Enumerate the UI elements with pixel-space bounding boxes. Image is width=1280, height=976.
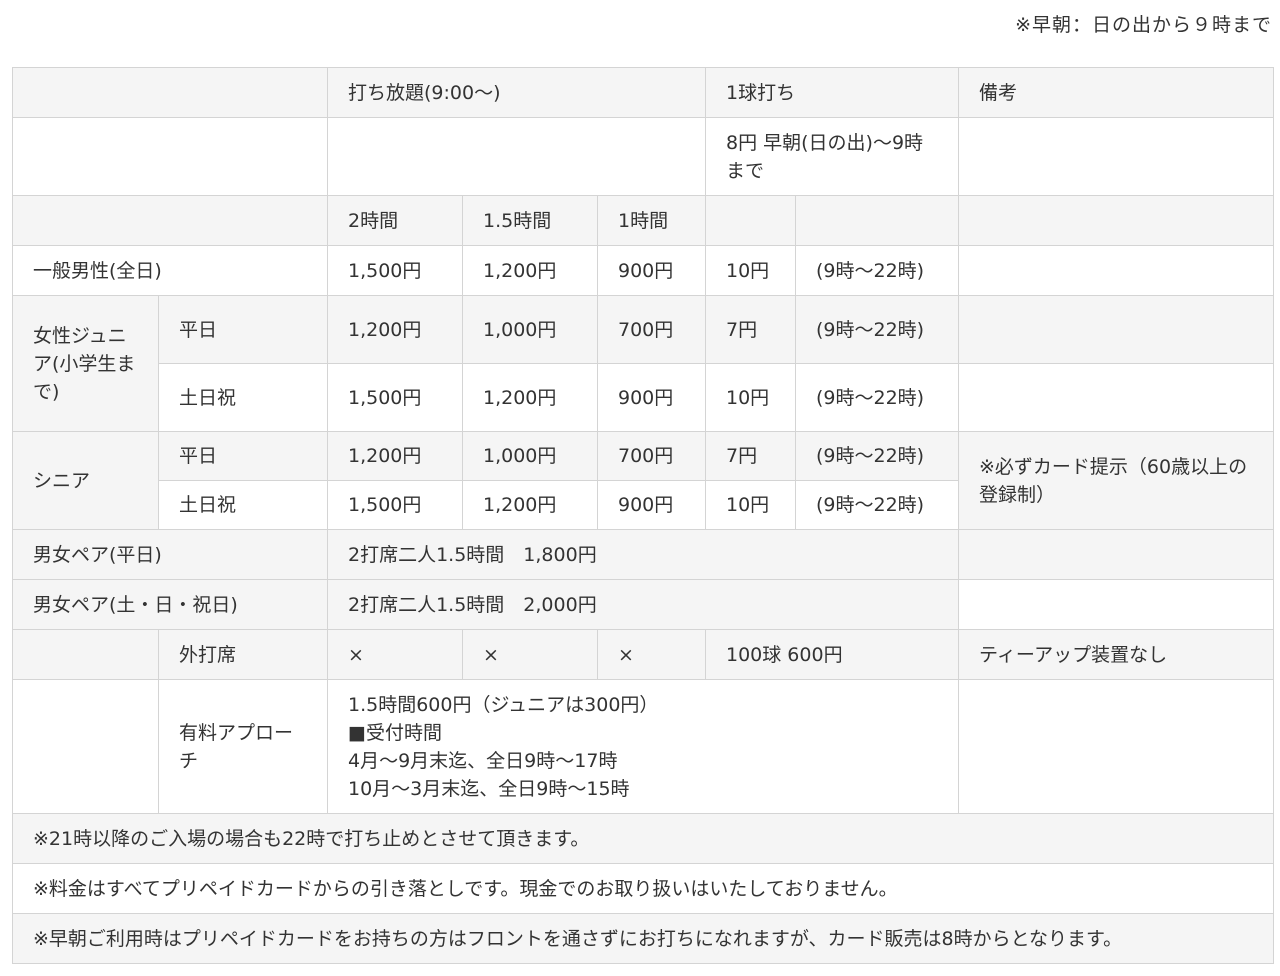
approach-details: 1.5時間600円（ジュニアは300円） ■受付時間 4月～9月末迄、全日9時～…	[327, 679, 959, 814]
duration-1-5h: 1.5時間	[462, 195, 598, 246]
approach-row: 有料アプローチ 1.5時間600円（ジュニアは300円） ■受付時間 4月～9月…	[12, 679, 1274, 814]
note-text: ※21時以降のご入場の場合も22時で打ち止めとさせて頂きます。	[12, 813, 1274, 864]
price-2h: 1,500円	[327, 363, 463, 432]
empty-cell	[12, 679, 159, 814]
header-row: 打ち放題(9:00～) 1球打ち 備考	[12, 67, 1274, 118]
price-1-5h: 1,200円	[462, 363, 598, 432]
pair-price: 2打席二人1.5時間 2,000円	[327, 579, 959, 630]
price-per-ball: 10円	[705, 363, 796, 432]
women-junior-weekend-row: 土日祝 1,500円 1,200円 900円 10円 (9時～22時)	[13, 363, 1274, 432]
outer-seat-row: 外打席 × × × 100球 600円 ティーアップ装置なし	[12, 629, 1274, 680]
header-all-you-can-hit: 打ち放題(9:00～)	[327, 67, 706, 118]
row-label: 有料アプローチ	[158, 679, 328, 814]
price-1-5h: 1,000円	[462, 295, 598, 364]
empty-cell	[327, 117, 706, 196]
note-row: ※早朝ご利用時はプリペイドカードをお持ちの方はフロントを通さずにお打ちになれます…	[12, 913, 1274, 964]
row-label: シニア	[12, 431, 159, 530]
early-morning-row: 8円 早朝(日の出)～9時まで	[12, 117, 1274, 196]
day-type-label: 平日	[158, 295, 328, 364]
price-per-ball: 10円	[705, 480, 796, 530]
header-per-ball: 1球打ち	[705, 67, 959, 118]
price-1h: 900円	[597, 363, 706, 432]
empty-cell	[705, 195, 796, 246]
header-empty-cell	[12, 67, 328, 118]
price-1h: ×	[597, 629, 706, 680]
empty-cell	[795, 195, 959, 246]
price-2h: 1,200円	[327, 295, 463, 364]
remark-cell	[958, 295, 1274, 364]
ball-hours: (9時～22時)	[795, 480, 959, 530]
duration-2h: 2時間	[327, 195, 463, 246]
approach-line: 10月～3月末迄、全日9時～15時	[348, 777, 630, 800]
empty-cell	[12, 117, 328, 196]
price-1h: 700円	[597, 295, 706, 364]
row-label: 外打席	[158, 629, 328, 680]
price-1h: 900円	[597, 480, 706, 530]
price-per-ball: 10円	[705, 245, 796, 296]
remark-cell	[958, 579, 1274, 630]
price-1-5h: 1,200円	[462, 480, 598, 530]
row-label: 一般男性(全日)	[12, 245, 328, 296]
senior-weekday-row: シニア 平日 1,200円 1,000円 700円 7円 (9時～22時) ※必…	[12, 431, 1274, 530]
price-2h: ×	[327, 629, 463, 680]
approach-line: 1.5時間600円（ジュニアは300円）	[348, 693, 659, 716]
price-1-5h: ×	[462, 629, 598, 680]
row-label: 女性ジュニア(小学生まで)	[12, 295, 159, 432]
senior-remark: ※必ずカード提示（60歳以上の登録制）	[958, 431, 1274, 530]
empty-cell	[12, 629, 159, 680]
price-1h: 900円	[597, 245, 706, 296]
note-text: ※早朝ご利用時はプリペイドカードをお持ちの方はフロントを通さずにお打ちになれます…	[12, 913, 1274, 964]
pair-price: 2打席二人1.5時間 1,800円	[327, 529, 959, 580]
note-row: ※料金はすべてプリペイドカードからの引き落としです。現金でのお取り扱いはいたして…	[12, 863, 1274, 914]
remark-cell	[958, 245, 1274, 296]
note-row: ※21時以降のご入場の場合も22時で打ち止めとさせて頂きます。	[12, 813, 1274, 864]
approach-line: ■受付時間	[348, 721, 442, 744]
pair-weekday-row: 男女ペア(平日) 2打席二人1.5時間 1,800円	[12, 529, 1274, 580]
price-1-5h: 1,200円	[462, 245, 598, 296]
men-general-row: 一般男性(全日) 1,500円 1,200円 900円 10円 (9時～22時)	[12, 245, 1274, 296]
outer-seat-remark: ティーアップ装置なし	[958, 629, 1274, 680]
row-label: 男女ペア(土・日・祝日)	[12, 579, 328, 630]
durations-row: 2時間 1.5時間 1時間	[12, 195, 1274, 246]
price-per-ball: 7円	[705, 295, 796, 364]
remark-cell	[958, 529, 1274, 580]
women-junior-weekday-row: 女性ジュニア(小学生まで) 平日 1,200円 1,000円 700円 7円 (…	[12, 295, 1274, 432]
price-2h: 1,500円	[327, 480, 463, 530]
empty-cell	[12, 195, 328, 246]
early-morning-price: 8円 早朝(日の出)～9時まで	[705, 117, 959, 196]
price-2h: 1,500円	[327, 245, 463, 296]
ball-hours: (9時～22時)	[795, 245, 959, 296]
duration-1h: 1時間	[597, 195, 706, 246]
day-type-label: 平日	[158, 431, 328, 481]
empty-cell	[958, 195, 1274, 246]
day-type-label: 土日祝	[158, 363, 328, 432]
price-1-5h: 1,000円	[462, 431, 598, 481]
pair-weekend-row: 男女ペア(土・日・祝日) 2打席二人1.5時間 2,000円	[12, 579, 1274, 630]
price-1h: 700円	[597, 431, 706, 481]
ball-hours: (9時～22時)	[795, 431, 959, 481]
price-2h: 1,200円	[327, 431, 463, 481]
remark-cell	[958, 679, 1274, 814]
ball-hours: (9時～22時)	[795, 363, 959, 432]
ball-price: 100球 600円	[705, 629, 959, 680]
ball-hours: (9時～22時)	[795, 295, 959, 364]
remark-cell	[958, 363, 1274, 432]
early-morning-note: ※早朝：日の出から９時まで	[1015, 14, 1272, 36]
note-text: ※料金はすべてプリペイドカードからの引き落としです。現金でのお取り扱いはいたして…	[12, 863, 1274, 914]
price-table: 打ち放題(9:00～) 1球打ち 備考 8円 早朝(日の出)～9時まで 2時間 …	[12, 67, 1274, 964]
price-per-ball: 7円	[705, 431, 796, 481]
header-remarks: 備考	[958, 67, 1274, 118]
empty-cell	[958, 117, 1274, 196]
day-type-label: 土日祝	[158, 480, 328, 530]
approach-line: 4月～9月末迄、全日9時～17時	[348, 749, 618, 772]
row-label: 男女ペア(平日)	[12, 529, 328, 580]
